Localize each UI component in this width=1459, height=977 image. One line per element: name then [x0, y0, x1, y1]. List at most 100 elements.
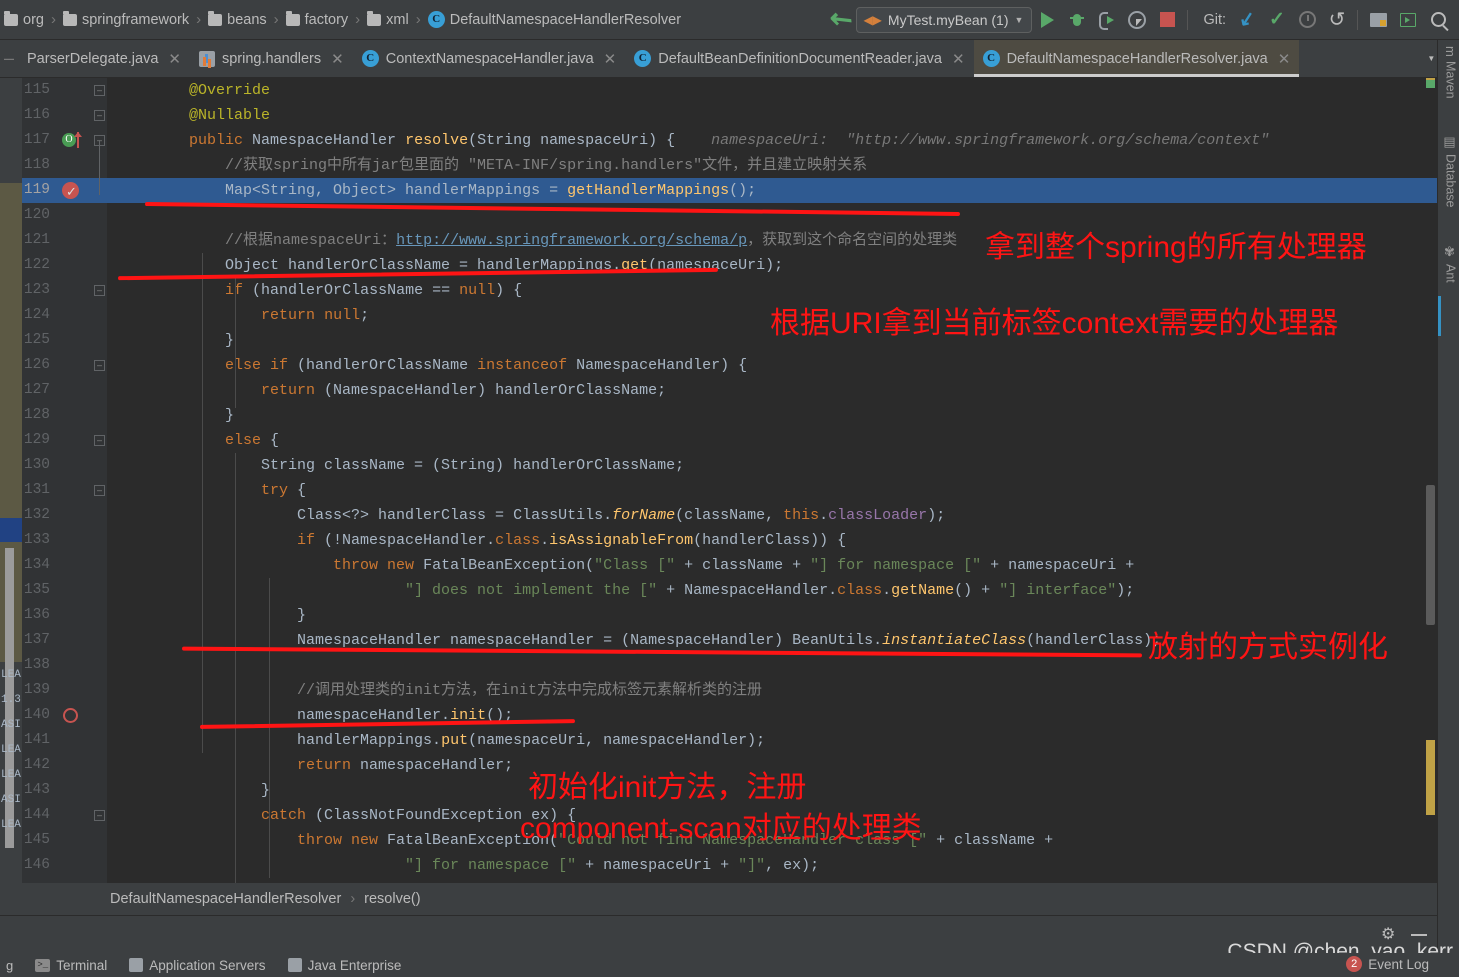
- code-line-130[interactable]: String className = (String) handlerOrCla…: [107, 453, 1437, 478]
- git-commit-button[interactable]: ✓: [1262, 5, 1292, 35]
- back-arrow-button[interactable]: ↖: [822, 0, 860, 38]
- git-history-button[interactable]: [1292, 5, 1322, 35]
- gutter-row-129[interactable]: 129 –: [22, 428, 107, 453]
- gutter-row-138[interactable]: 138: [22, 653, 107, 678]
- editor-tab-2[interactable]: C ContextNamespaceHandler.java ✕: [353, 40, 626, 77]
- gutter-row-145[interactable]: 145: [22, 828, 107, 853]
- gutter-row-118[interactable]: 118: [22, 153, 107, 178]
- code-line-146[interactable]: "] for namespace [" + namespaceUri + "]"…: [107, 853, 1437, 878]
- fold-toggle-icon[interactable]: –: [94, 360, 105, 371]
- close-icon[interactable]: ✕: [952, 50, 965, 68]
- debug-button[interactable]: [1062, 5, 1092, 35]
- tool-button-database[interactable]: ▤ Database: [1443, 135, 1458, 208]
- breadcrumb-item-springframework[interactable]: springframework: [61, 10, 191, 28]
- code-line-117[interactable]: public NamespaceHandler resolve(String n…: [107, 128, 1437, 153]
- gutter-row-146[interactable]: 146: [22, 853, 107, 878]
- code-line-127[interactable]: return (NamespaceHandler) handlerOrClass…: [107, 378, 1437, 403]
- project-structure-button[interactable]: [1363, 5, 1393, 35]
- tool-button-maven[interactable]: m Maven: [1443, 46, 1458, 98]
- gutter-row-133[interactable]: 133: [22, 528, 107, 553]
- editor-tab-3[interactable]: C DefaultBeanDefinitionDocumentReader.jav…: [625, 40, 973, 77]
- fold-toggle-icon[interactable]: –: [94, 485, 105, 496]
- event-log-button[interactable]: 2 Event Log: [1346, 956, 1429, 972]
- breadcrumb-class[interactable]: DefaultNamespaceHandlerResolver: [110, 891, 341, 907]
- editor-scrollbar-thumb[interactable]: [1426, 485, 1435, 625]
- code-line-134[interactable]: throw new FatalBeanException("Class [" +…: [107, 553, 1437, 578]
- fold-toggle-icon[interactable]: –: [94, 435, 105, 446]
- close-icon[interactable]: ✕: [331, 50, 344, 68]
- run-with-coverage-button[interactable]: [1092, 5, 1122, 35]
- run-button[interactable]: [1032, 5, 1062, 35]
- gutter-row-121[interactable]: 121: [22, 228, 107, 253]
- breadcrumb-item-defaultnamespacehandlerresolver[interactable]: C DefaultNamespaceHandlerResolver: [426, 11, 683, 28]
- code-line-129[interactable]: else {: [107, 428, 1437, 453]
- tool-button-ant[interactable]: ✾ Ant: [1443, 245, 1458, 283]
- code-line-131[interactable]: try {: [107, 478, 1437, 503]
- breakpoint-verified-icon[interactable]: [62, 179, 79, 204]
- code-line-119[interactable]: Map<String, Object> handlerMappings = ge…: [107, 178, 1437, 203]
- gutter-row-120[interactable]: 120: [22, 203, 107, 228]
- profile-button[interactable]: [1122, 5, 1152, 35]
- gutter-row-130[interactable]: 130: [22, 453, 107, 478]
- override-marker-icon[interactable]: O: [62, 132, 82, 149]
- code-line-118[interactable]: //获取spring中所有jar包里面的 "META-INF/spring.ha…: [107, 153, 1437, 178]
- gutter-row-141[interactable]: 141: [22, 728, 107, 753]
- git-update-button[interactable]: ↙: [1232, 5, 1262, 35]
- gutter-row-122[interactable]: 122: [22, 253, 107, 278]
- code-line-141[interactable]: handlerMappings.put(namespaceUri, namesp…: [107, 728, 1437, 753]
- code-line-132[interactable]: Class<?> handlerClass = ClassUtils.forNa…: [107, 503, 1437, 528]
- gutter-row-143[interactable]: 143: [22, 778, 107, 803]
- gutter-row-119[interactable]: 119: [22, 178, 149, 204]
- code-line-135[interactable]: "] does not implement the [" + Namespace…: [107, 578, 1437, 603]
- editor-tab-0[interactable]: ParserDelegate.java ✕: [18, 40, 190, 77]
- editor-tab-4[interactable]: C DefaultNamespaceHandlerResolver.java ✕: [973, 40, 1300, 77]
- git-rollback-button[interactable]: ↺: [1322, 5, 1352, 35]
- gutter-row-131[interactable]: 131 –: [22, 478, 107, 503]
- gutter-row-135[interactable]: 135: [22, 578, 107, 603]
- gutter-row-128[interactable]: 128: [22, 403, 107, 428]
- gutter-row-136[interactable]: 136: [22, 603, 107, 628]
- gutter-row-139[interactable]: 139: [22, 678, 107, 703]
- code-line-139[interactable]: //调用处理类的init方法，在init方法中完成标签元素解析类的注册: [107, 678, 1437, 703]
- gutter-row-140[interactable]: 140: [22, 703, 107, 728]
- breadcrumb-method[interactable]: resolve(): [364, 891, 420, 907]
- gutter-row-116[interactable]: 116 –: [22, 103, 107, 128]
- gutter-row-125[interactable]: 125: [22, 328, 107, 353]
- code-line-115[interactable]: @Override: [107, 78, 1437, 103]
- fold-toggle-icon[interactable]: –: [94, 85, 105, 96]
- breadcrumb-item-org[interactable]: org: [2, 10, 46, 28]
- search-everywhere-button[interactable]: [1423, 5, 1453, 35]
- gutter-row-142[interactable]: 142: [22, 753, 107, 778]
- close-icon[interactable]: ✕: [168, 50, 181, 68]
- fold-toggle-icon[interactable]: –: [94, 810, 105, 821]
- editor-tab-1[interactable]: spring.handlers ✕: [190, 40, 353, 77]
- status-item-terminal[interactable]: >_ Terminal: [35, 958, 107, 973]
- breakpoint-icon[interactable]: [63, 708, 78, 723]
- code-line-116[interactable]: @Nullable: [107, 103, 1437, 128]
- error-stripe-warning[interactable]: [1426, 740, 1435, 815]
- gutter-row-132[interactable]: 132: [22, 503, 107, 528]
- close-icon[interactable]: ✕: [1278, 50, 1291, 68]
- gutter-row-137[interactable]: 137: [22, 628, 107, 653]
- gutter-row-117[interactable]: 117O–: [22, 128, 107, 153]
- breadcrumb-item-beans[interactable]: beans: [206, 10, 269, 28]
- editor-gutter[interactable]: 115 – 116 – 117 O – 118 119 120 121 122 123 – 124 125 12…: [22, 78, 149, 883]
- gutter-row-126[interactable]: 126 –: [22, 353, 107, 378]
- run-configuration-selector[interactable]: ◀▶ MyTest.myBean (1) ▼: [856, 6, 1033, 33]
- breadcrumb-item-factory[interactable]: factory: [284, 10, 351, 28]
- code-line-128[interactable]: }: [107, 403, 1437, 428]
- gutter-row-124[interactable]: 124: [22, 303, 107, 328]
- close-icon[interactable]: ✕: [604, 50, 617, 68]
- gutter-row-144[interactable]: 144 –: [22, 803, 107, 828]
- run-anything-button[interactable]: [1393, 5, 1423, 35]
- status-item-java-enterprise[interactable]: Java Enterprise: [287, 958, 401, 973]
- code-line-126[interactable]: else if (handlerOrClassName instanceof N…: [107, 353, 1437, 378]
- gutter-row-127[interactable]: 127: [22, 378, 107, 403]
- minimize-icon[interactable]: [1411, 933, 1427, 936]
- breadcrumb-item-xml[interactable]: xml: [365, 10, 411, 28]
- gutter-row-115[interactable]: 115 –: [22, 78, 107, 103]
- fold-toggle-icon[interactable]: –: [94, 110, 105, 121]
- code-line-133[interactable]: if (!NamespaceHandler.class.isAssignable…: [107, 528, 1437, 553]
- stop-button[interactable]: [1152, 5, 1182, 35]
- fold-toggle-icon[interactable]: –: [94, 285, 105, 296]
